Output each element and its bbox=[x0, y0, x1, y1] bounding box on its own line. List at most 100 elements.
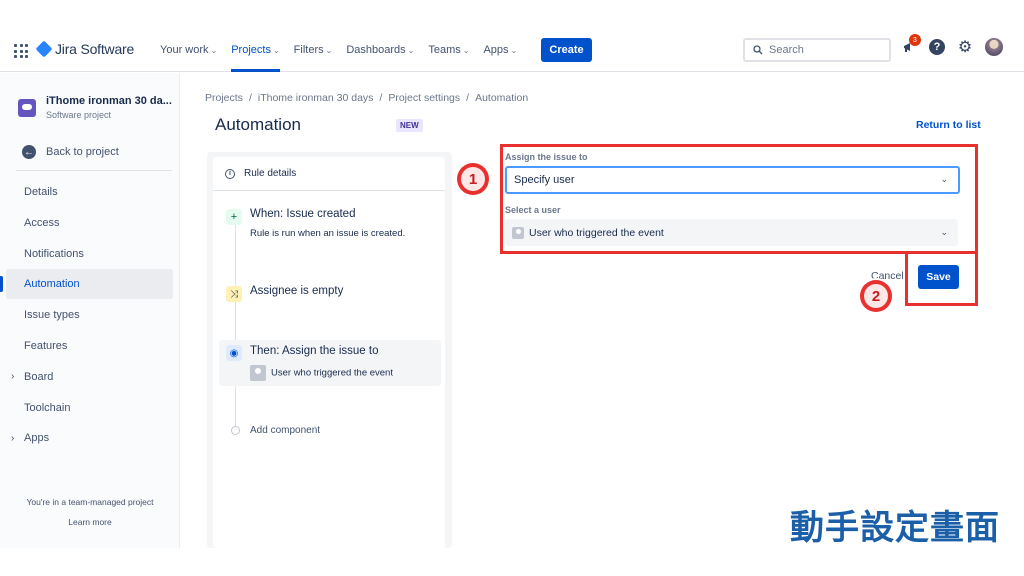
search-placeholder: Search bbox=[769, 44, 804, 56]
breadcrumb-item[interactable]: Automation bbox=[475, 92, 528, 104]
user-select-value: User who triggered the event bbox=[529, 226, 664, 239]
notifications-button[interactable]: 3 bbox=[900, 34, 921, 56]
breadcrumb-item[interactable]: Project settings bbox=[388, 92, 460, 104]
breadcrumb-item[interactable]: Projects bbox=[205, 92, 243, 104]
sidebar-item-label: Apps bbox=[24, 432, 50, 445]
search-icon bbox=[753, 45, 763, 55]
breadcrumb: Projects / iThome ironman 30 days / Project … bbox=[205, 92, 528, 104]
chevron-right-icon: › bbox=[11, 432, 15, 444]
user-circle-icon: ◉ bbox=[226, 345, 242, 361]
back-to-project-link[interactable]: ← Back to project bbox=[22, 145, 119, 159]
create-button[interactable]: Create bbox=[541, 38, 592, 62]
step-marker-1: 1 bbox=[457, 163, 489, 195]
save-button[interactable]: Save bbox=[918, 265, 959, 289]
learn-more-link[interactable]: Learn more bbox=[0, 517, 180, 527]
trigger-description: Rule is run when an issue is created. bbox=[250, 228, 406, 239]
nav-item-dashboards[interactable]: Dashboards ⌄ bbox=[346, 28, 414, 72]
condition-title: Assignee is empty bbox=[250, 285, 344, 297]
sidebar-item-label: Automation bbox=[24, 278, 80, 291]
chevron-down-icon: ⌄ bbox=[272, 45, 280, 55]
chevron-down-icon: ⌄ bbox=[210, 45, 218, 55]
sidebar-item-toolchain[interactable]: Toolchain bbox=[0, 393, 180, 423]
nav-item-label: Apps bbox=[483, 44, 509, 56]
sidebar-item-details[interactable]: Details bbox=[0, 177, 180, 207]
sidebar-item-automation[interactable]: Automation bbox=[0, 269, 173, 300]
sidebar-item-label: Board bbox=[24, 370, 54, 383]
sidebar-item-label: Notifications bbox=[24, 247, 84, 260]
shuffle-icon: ⤨ bbox=[226, 286, 242, 302]
help-icon[interactable]: ? bbox=[929, 39, 945, 55]
app-switcher-icon[interactable] bbox=[14, 44, 28, 58]
nav-item-projects[interactable]: Projects ⌄ bbox=[231, 28, 281, 72]
project-header[interactable]: iThome ironman 30 da... Software project bbox=[18, 95, 172, 120]
assign-select-value: Specify user bbox=[514, 174, 575, 186]
sidebar-menu: Details Access Notifications Automation Issu… bbox=[0, 177, 180, 454]
select-user-dropdown[interactable]: User who triggered the event ⌄ bbox=[505, 219, 958, 246]
nav-item-teams[interactable]: Teams ⌄ bbox=[428, 28, 469, 72]
user-avatar[interactable] bbox=[985, 38, 1003, 56]
nav-item-your-work[interactable]: Your work ⌄ bbox=[160, 28, 217, 72]
step-marker-2: 2 bbox=[860, 280, 892, 312]
nav-item-filters[interactable]: Filters ⌄ bbox=[294, 28, 333, 72]
condition-step[interactable]: ⤨ Assignee is empty bbox=[219, 281, 441, 309]
action-title: Then: Assign the issue to bbox=[250, 345, 379, 357]
breadcrumb-separator: / bbox=[248, 92, 252, 104]
breadcrumb-item[interactable]: iThome ironman 30 days bbox=[258, 92, 374, 104]
sidebar-item-access[interactable]: Access bbox=[0, 208, 180, 238]
assign-issue-select[interactable]: Specify user ⌄ bbox=[505, 166, 960, 194]
marker-2-number: 2 bbox=[864, 284, 888, 308]
action-description: User who triggered the event bbox=[271, 367, 393, 379]
team-managed-note: You're in a team-managed project bbox=[26, 497, 154, 507]
return-to-list-link[interactable]: Return to list bbox=[916, 119, 981, 131]
jira-diamond-icon bbox=[35, 40, 53, 58]
nav-item-label: Dashboards bbox=[346, 44, 406, 56]
sidebar-item-label: Details bbox=[24, 186, 58, 198]
sidebar-divider bbox=[16, 170, 172, 171]
page-title: Automation bbox=[215, 115, 301, 134]
sidebar-item-label: Access bbox=[24, 216, 60, 229]
rule-details-label: Rule details bbox=[244, 168, 297, 179]
trigger-title: When: Issue created bbox=[250, 208, 356, 220]
bottom-strip bbox=[0, 548, 1024, 576]
new-badge: NEW bbox=[396, 119, 423, 132]
breadcrumb-separator: / bbox=[466, 92, 470, 104]
nav-item-label: Your work bbox=[160, 44, 209, 56]
jira-logo[interactable]: Jira Software bbox=[35, 40, 134, 58]
plus-icon: + bbox=[226, 209, 242, 225]
sidebar-item-features[interactable]: Features bbox=[0, 331, 180, 361]
chevron-down-icon: ⌄ bbox=[325, 45, 333, 55]
sidebar-item-notifications[interactable]: Notifications bbox=[0, 239, 180, 269]
gear-icon[interactable]: ⚙ bbox=[956, 38, 974, 56]
chevron-right-icon: › bbox=[11, 371, 15, 383]
sidebar-item-label: Features bbox=[24, 339, 68, 352]
sidebar-item-label: Toolchain bbox=[24, 401, 71, 414]
sidebar-item-issue-types[interactable]: Issue types bbox=[0, 300, 180, 330]
info-icon: i bbox=[225, 168, 235, 179]
trigger-step[interactable]: + When: Issue created Rule is run when a… bbox=[219, 204, 441, 252]
user-avatar-icon bbox=[250, 365, 266, 381]
primary-nav: Your work ⌄ Projects ⌄ Filters ⌄ Dashboards ⌄ Te… bbox=[160, 28, 531, 72]
project-sidebar: iThome ironman 30 da... Software project… bbox=[0, 73, 180, 548]
nav-item-apps[interactable]: Apps ⌄ bbox=[483, 28, 517, 72]
add-component-dot-icon bbox=[231, 426, 240, 435]
marker-1-number: 1 bbox=[461, 167, 485, 191]
chevron-down-icon: ⌄ bbox=[407, 45, 415, 55]
arrow-left-icon: ← bbox=[22, 145, 36, 159]
sidebar-item-label: Issue types bbox=[24, 309, 80, 322]
add-component-link[interactable]: Add component bbox=[250, 425, 320, 436]
rule-details-item[interactable]: i Rule details bbox=[213, 157, 445, 191]
project-name: iThome ironman 30 da... bbox=[46, 95, 172, 107]
chevron-down-icon: ⌄ bbox=[940, 226, 948, 237]
breadcrumb-separator: / bbox=[379, 92, 383, 104]
action-step[interactable]: ◉ Then: Assign the issue to User who tri… bbox=[219, 340, 441, 386]
top-navigation: Jira Software Your work ⌄ Projects ⌄ Filters… bbox=[0, 28, 1024, 72]
assign-field-label: Assign the issue to bbox=[505, 152, 588, 162]
notification-count-badge: 3 bbox=[909, 34, 921, 46]
project-avatar-icon bbox=[18, 99, 36, 117]
sidebar-item-board[interactable]: › Board bbox=[0, 362, 180, 392]
sidebar-item-apps[interactable]: › Apps bbox=[0, 423, 180, 453]
chevron-down-icon: ⌄ bbox=[940, 174, 948, 184]
rule-panel: i Rule details + When: Issue created Rul… bbox=[207, 152, 452, 548]
search-input[interactable]: Search bbox=[743, 38, 891, 62]
nav-item-label: Filters bbox=[293, 44, 324, 56]
